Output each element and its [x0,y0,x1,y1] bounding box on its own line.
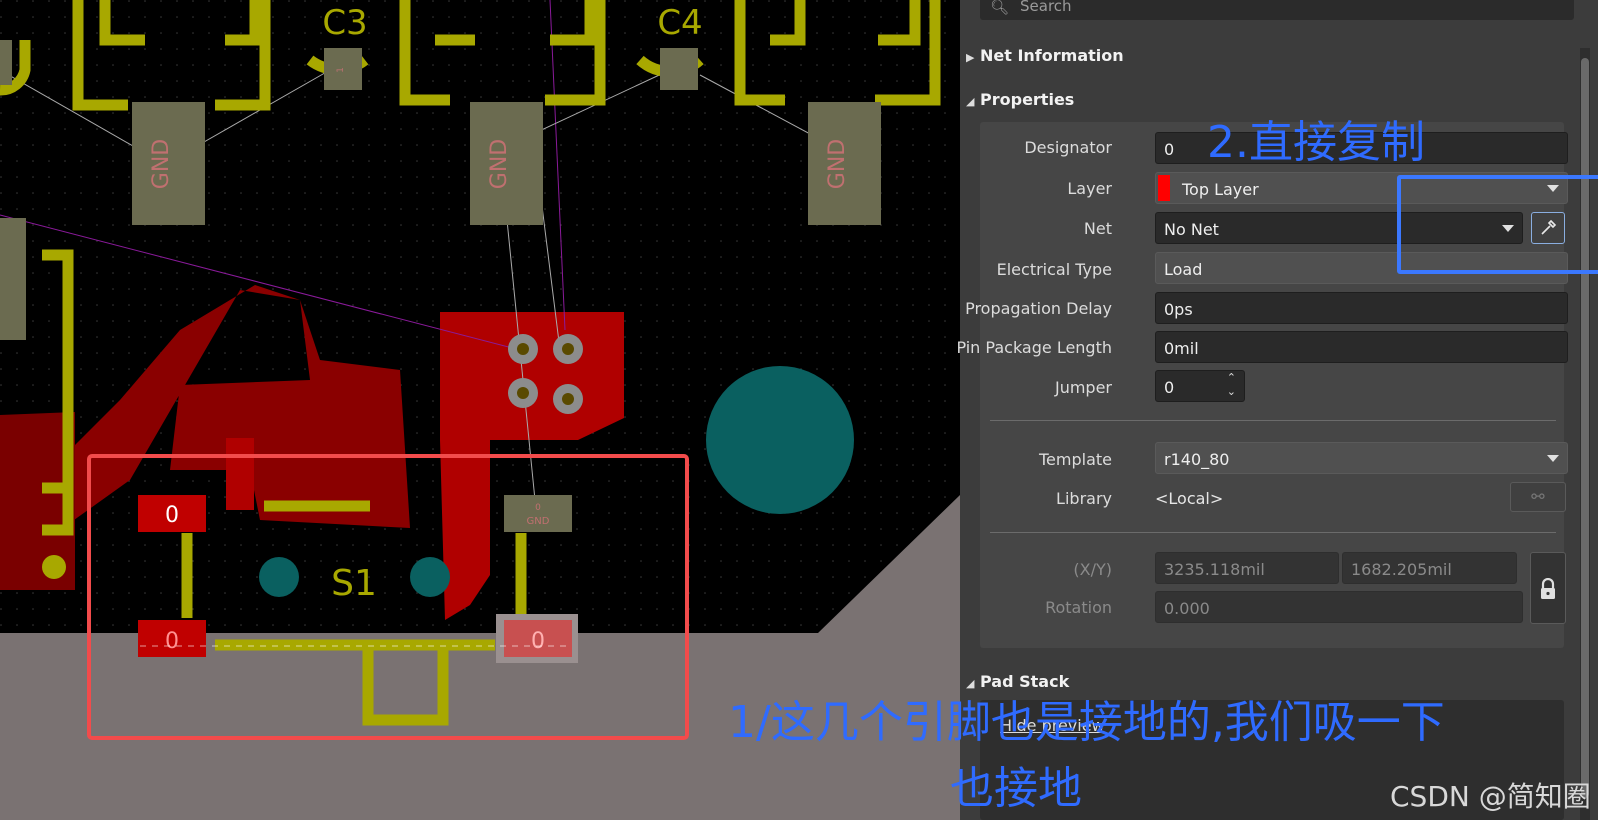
panel-scrollbar[interactable] [1580,48,1590,820]
designator-c3: C3 [322,3,367,43]
propagation-delay-label: Propagation Delay [965,299,1112,318]
pad-left-mid [0,218,26,340]
pad-label: 0 [531,629,545,654]
link-icon: ⚯ [1531,487,1545,506]
layer-label: Layer [1067,179,1112,198]
x-field[interactable]: 3235.118mil [1155,552,1339,584]
stepper-arrows-icon[interactable]: ⌃ ⌄ [1227,371,1236,399]
pad-net-label: GND [527,516,550,527]
xy-label: (X/Y) [1073,560,1112,579]
pad-left-edge [0,40,12,85]
pad-label: 1 [336,67,346,73]
pin-package-length-label: Pin Package Length [956,338,1112,357]
library-value: <Local> [1155,489,1224,508]
jumper-label: Jumper [1054,378,1112,397]
template-dropdown[interactable]: r140_80 [1155,442,1568,474]
divider [990,420,1556,421]
annotation-box-blue [1397,175,1598,274]
pad-label: 0 [165,629,179,654]
annotation-note-copy: 2.直接复制 [1207,117,1425,168]
designator-label: Designator [1024,138,1112,157]
pad-net-label: GND [825,139,850,189]
expand-arrow-icon: ▶ [966,51,975,64]
electrical-type-label: Electrical Type [996,260,1112,279]
pin-package-length-field[interactable]: 0mil [1155,331,1568,363]
s1-hole-right [410,557,450,597]
pad-label: 0 [535,503,541,513]
copper-track-small [226,438,254,510]
pad-c4-1[interactable] [660,48,698,90]
library-label: Library [1056,489,1112,508]
annotation-note-grounded-2: 也接地 [950,763,1082,814]
properties-header[interactable]: ◢ Properties [966,90,1074,109]
designator-c4: C4 [657,3,702,43]
search-placeholder: Search [1020,0,1072,15]
net-label: Net [1083,219,1112,238]
chevron-down-icon [1547,455,1559,462]
pad-net-label: GND [487,139,512,189]
designator-s1: S1 [331,563,377,604]
mounting-hole[interactable] [706,366,854,514]
pad-label: 0 [165,503,179,528]
rotation-label: Rotation [1045,598,1112,617]
search-input[interactable]: 🔍︎ Search [980,0,1574,20]
scrollbar-thumb[interactable] [1581,58,1589,798]
watermark: CSDN @简知圈 [1390,780,1591,813]
propagation-delay-field[interactable]: 0ps [1155,292,1568,324]
layer-color-swatch [1158,175,1170,201]
pad-net-label: GND [149,139,174,189]
rotation-field[interactable]: 0.000 [1155,591,1523,623]
collapse-arrow-icon: ◢ [966,95,975,108]
link-library-button[interactable]: ⚯ [1510,482,1566,512]
y-field[interactable]: 1682.205mil [1342,552,1517,584]
template-label: Template [1038,450,1112,469]
search-icon: 🔍︎ [990,0,1010,16]
lock-position-button[interactable] [1530,552,1566,624]
net-information-header[interactable]: ▶ Net Information [966,46,1124,65]
annotation-note-grounded: 1/这几个引脚也是接地的,我们吸一下 [728,697,1445,748]
lock-icon [1541,577,1555,599]
s1-hole-left [259,557,299,597]
jumper-stepper[interactable]: 0 ⌃ ⌄ [1155,370,1245,402]
divider [990,532,1556,533]
